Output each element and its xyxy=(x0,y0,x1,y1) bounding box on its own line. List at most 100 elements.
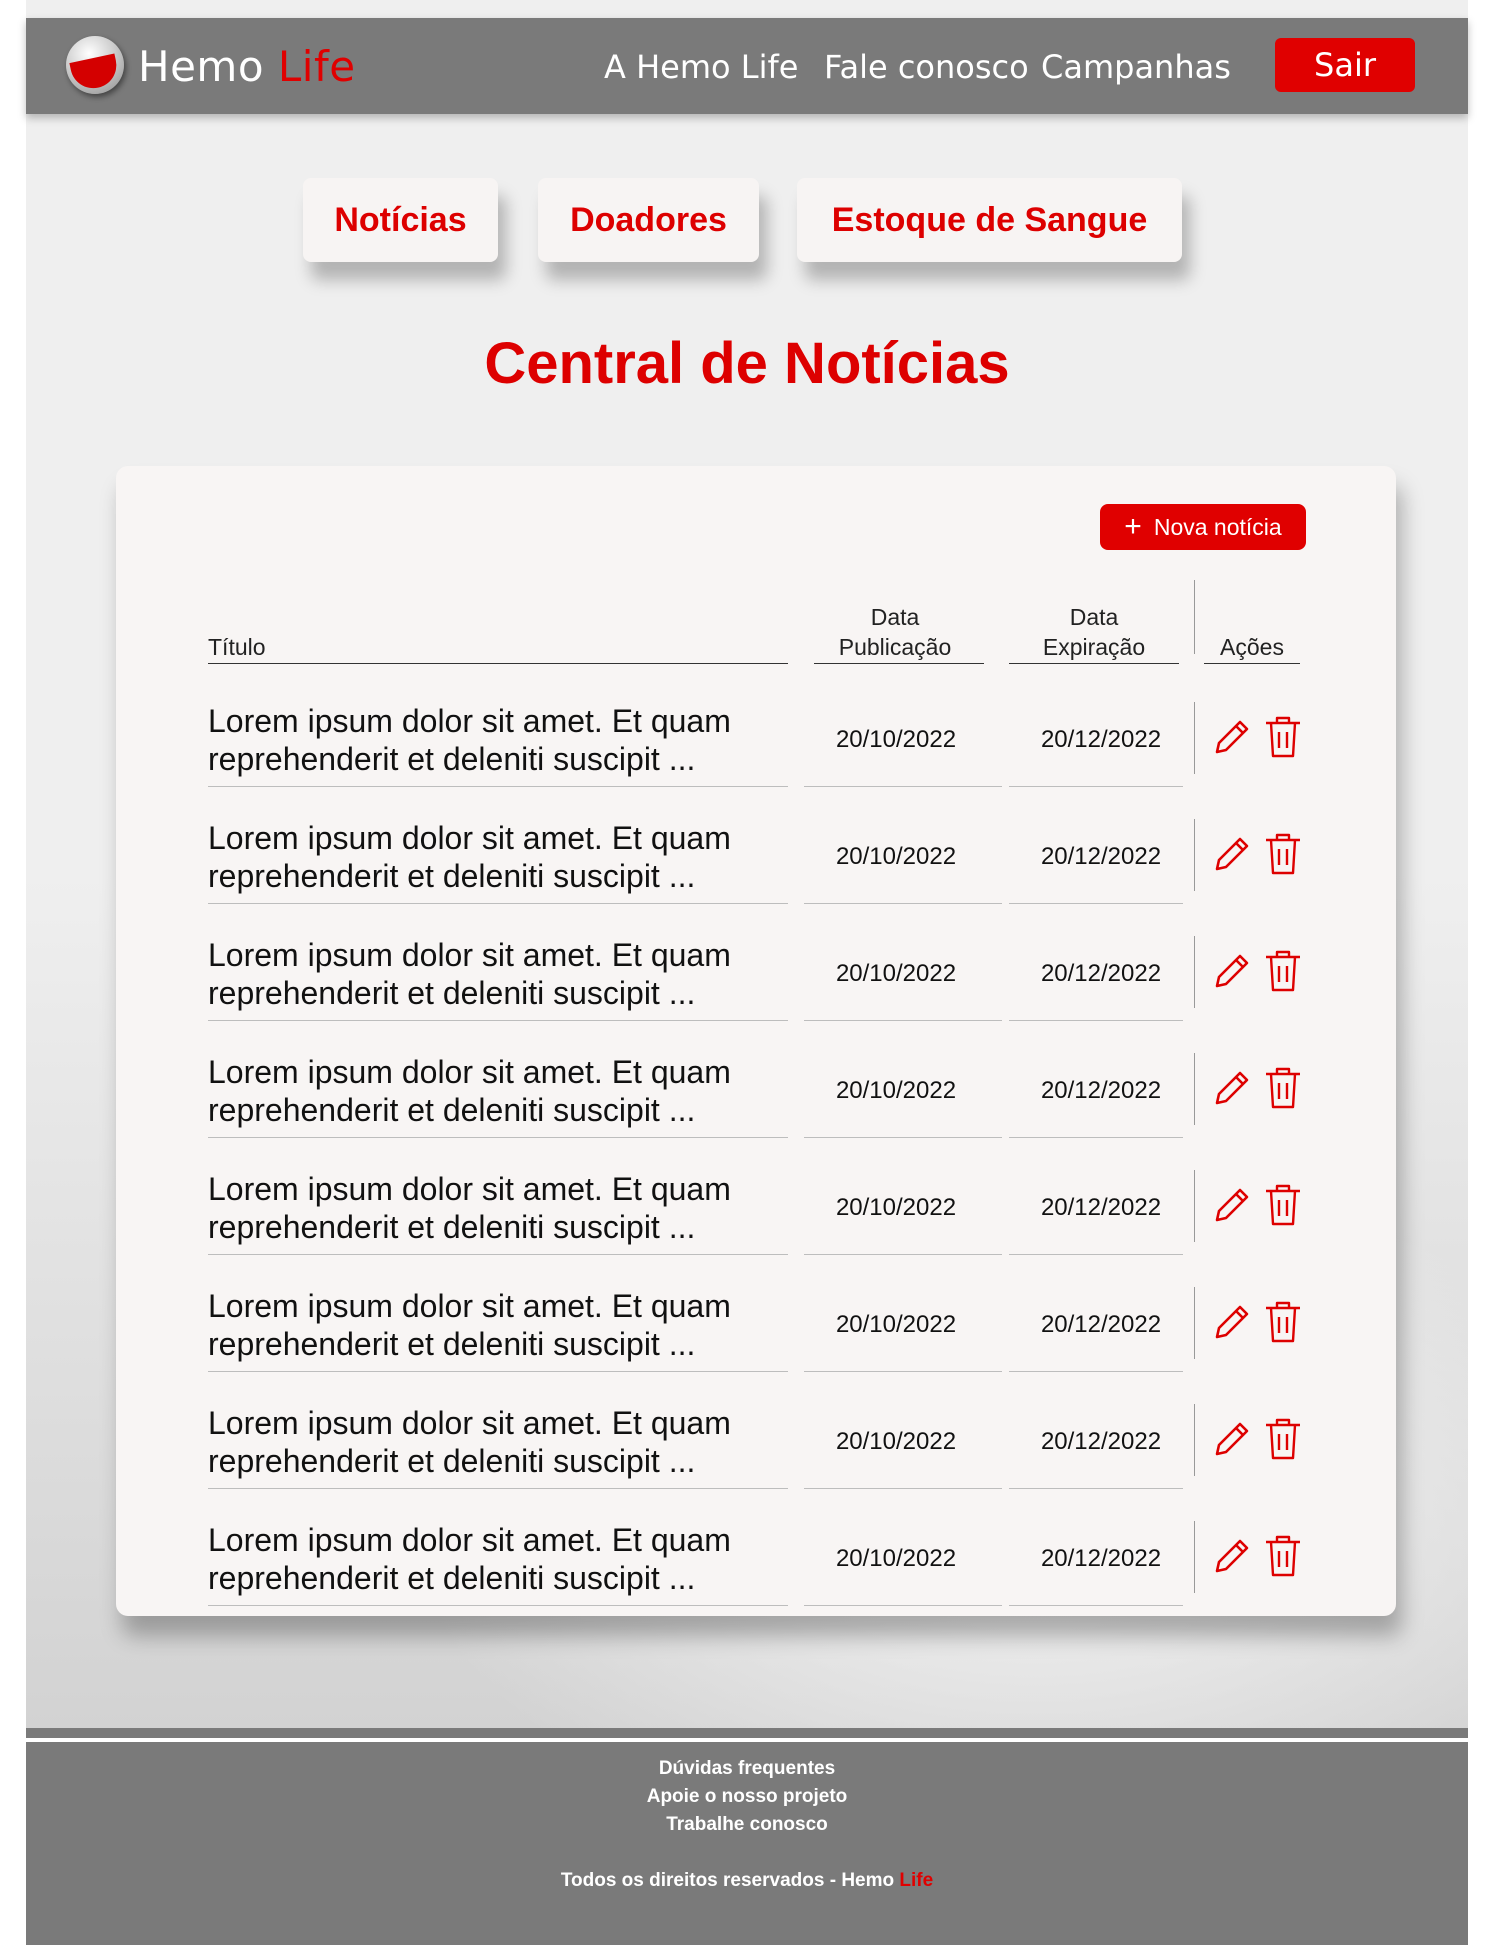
table-row: Lorem ipsum dolor sit amet. Et quam repre… xyxy=(116,1053,1396,1170)
pencil-icon[interactable] xyxy=(1209,716,1251,758)
pencil-icon[interactable] xyxy=(1209,950,1251,992)
tab-estoque-de-sangue[interactable]: Estoque de Sangue xyxy=(797,178,1182,262)
news-published-date: 20/10/2022 xyxy=(835,1311,957,1338)
row-underline xyxy=(1009,1605,1183,1606)
nav-link-campanhas[interactable]: Campanhas xyxy=(1041,48,1231,86)
table-row: Lorem ipsum dolor sit amet. Et quam repre… xyxy=(116,1287,1396,1404)
news-title[interactable]: Lorem ipsum dolor sit amet. Et quam repre… xyxy=(208,1404,788,1480)
table-row: Lorem ipsum dolor sit amet. Et quam repre… xyxy=(116,936,1396,1053)
trash-icon[interactable] xyxy=(1263,1416,1303,1462)
row-underline xyxy=(208,1254,788,1255)
news-title-line2: reprehenderit et deleniti suscipit ... xyxy=(208,975,696,1011)
top-navbar: Hemo Life A Hemo Life Fale conosco Campa… xyxy=(26,18,1468,114)
news-published-date: 20/10/2022 xyxy=(835,1077,957,1104)
news-expiration-date: 20/12/2022 xyxy=(1040,1428,1162,1455)
news-title[interactable]: Lorem ipsum dolor sit amet. Et quam repre… xyxy=(208,702,788,778)
pencil-icon[interactable] xyxy=(1209,1067,1251,1109)
trash-icon[interactable] xyxy=(1263,1065,1303,1111)
news-expiration-date: 20/12/2022 xyxy=(1040,1077,1162,1104)
news-title-line2: reprehenderit et deleniti suscipit ... xyxy=(208,1443,696,1479)
tab-doadores[interactable]: Doadores xyxy=(538,178,759,262)
pencil-icon[interactable] xyxy=(1209,1418,1251,1460)
brand-main: Hemo xyxy=(138,42,265,91)
news-expiration-date: 20/12/2022 xyxy=(1040,960,1162,987)
row-underline xyxy=(1009,1488,1183,1489)
brand-name[interactable]: Hemo Life xyxy=(138,42,356,91)
news-published-date: 20/10/2022 xyxy=(835,726,957,753)
table-row: Lorem ipsum dolor sit amet. Et quam repre… xyxy=(116,702,1396,819)
row-underline xyxy=(1009,1371,1183,1372)
page-frame: Hemo Life A Hemo Life Fale conosco Campa… xyxy=(26,0,1468,1945)
news-title[interactable]: Lorem ipsum dolor sit amet. Et quam repre… xyxy=(208,936,788,1012)
footer-link-careers[interactable]: Trabalhe conosco xyxy=(26,1814,1468,1836)
trash-icon[interactable] xyxy=(1263,1182,1303,1228)
pencil-icon[interactable] xyxy=(1209,1184,1251,1226)
news-title-line2: reprehenderit et deleniti suscipit ... xyxy=(208,1209,696,1245)
column-underline xyxy=(1204,663,1300,664)
news-expiration-date: 20/12/2022 xyxy=(1040,843,1162,870)
table-row: Lorem ipsum dolor sit amet. Et quam repre… xyxy=(116,819,1396,936)
trash-icon[interactable] xyxy=(1263,1299,1303,1345)
nav-link-hemo-life[interactable]: A Hemo Life xyxy=(604,48,798,86)
pencil-icon[interactable] xyxy=(1209,1535,1251,1577)
row-underline xyxy=(208,1488,788,1489)
column-header-published-line1: Data xyxy=(870,604,920,630)
row-underline xyxy=(208,903,788,904)
news-title-line1: Lorem ipsum dolor sit amet. Et quam xyxy=(208,1054,731,1090)
column-header-published: Data Publicação xyxy=(810,602,980,662)
tab-noticias[interactable]: Notícias xyxy=(303,178,498,262)
logout-button[interactable]: Sair xyxy=(1275,38,1415,92)
news-title-line2: reprehenderit et deleniti suscipit ... xyxy=(208,1092,696,1128)
news-title-line2: reprehenderit et deleniti suscipit ... xyxy=(208,1560,696,1596)
column-underline xyxy=(814,663,984,664)
news-title-line2: reprehenderit et deleniti suscipit ... xyxy=(208,858,696,894)
column-divider xyxy=(1194,819,1195,891)
news-expiration-date: 20/12/2022 xyxy=(1040,726,1162,753)
row-underline xyxy=(208,1605,788,1606)
hemo-life-logo-icon[interactable] xyxy=(66,36,124,94)
trash-icon[interactable] xyxy=(1263,948,1303,994)
column-divider xyxy=(1194,1287,1195,1359)
column-header-expires-line2: Expiração xyxy=(1042,634,1146,660)
news-published-date: 20/10/2022 xyxy=(835,1428,957,1455)
row-underline xyxy=(804,1605,1002,1606)
trash-icon[interactable] xyxy=(1263,831,1303,877)
footer-link-faq[interactable]: Dúvidas frequentes xyxy=(26,1758,1468,1780)
column-divider xyxy=(1194,702,1195,774)
news-title[interactable]: Lorem ipsum dolor sit amet. Et quam repre… xyxy=(208,1053,788,1129)
column-header-title: Título xyxy=(208,634,266,660)
plus-icon: + xyxy=(1124,510,1142,543)
trash-icon[interactable] xyxy=(1263,714,1303,760)
news-title[interactable]: Lorem ipsum dolor sit amet. Et quam repre… xyxy=(208,1287,788,1363)
column-divider xyxy=(1194,1170,1195,1242)
column-header-expires: Data Expiração xyxy=(1009,602,1179,662)
new-news-label: Nova notícia xyxy=(1153,513,1282,540)
nav-link-fale-conosco[interactable]: Fale conosco xyxy=(824,48,1029,86)
new-news-button[interactable]: + Nova notícia xyxy=(1100,504,1306,550)
pencil-icon[interactable] xyxy=(1209,1301,1251,1343)
news-published-date: 20/10/2022 xyxy=(835,843,957,870)
news-title[interactable]: Lorem ipsum dolor sit amet. Et quam repre… xyxy=(208,1170,788,1246)
news-published-date: 20/10/2022 xyxy=(835,1545,957,1572)
news-title-line1: Lorem ipsum dolor sit amet. Et quam xyxy=(208,703,731,739)
trash-icon[interactable] xyxy=(1263,1533,1303,1579)
row-underline xyxy=(208,786,788,787)
footer-copyright: Todos os direitos reservados - Hemo Life xyxy=(26,1870,1468,1892)
news-title-line1: Lorem ipsum dolor sit amet. Et quam xyxy=(208,1405,731,1441)
news-published-date: 20/10/2022 xyxy=(835,1194,957,1221)
news-title[interactable]: Lorem ipsum dolor sit amet. Et quam repre… xyxy=(208,819,788,895)
row-underline xyxy=(804,1020,1002,1021)
footer-link-support[interactable]: Apoie o nosso projeto xyxy=(26,1786,1468,1808)
table-row: Lorem ipsum dolor sit amet. Et quam repre… xyxy=(116,1521,1396,1638)
news-table-card: + Nova notícia Título Data Publicação Da… xyxy=(116,466,1396,1616)
row-underline xyxy=(208,1137,788,1138)
row-underline xyxy=(1009,1020,1183,1021)
copyright-prefix: Todos os direitos reservados - Hemo xyxy=(560,1870,895,1891)
row-underline xyxy=(804,1137,1002,1138)
news-title[interactable]: Lorem ipsum dolor sit amet. Et quam repre… xyxy=(208,1521,788,1597)
news-title-line1: Lorem ipsum dolor sit amet. Et quam xyxy=(208,1288,731,1324)
news-title-line1: Lorem ipsum dolor sit amet. Et quam xyxy=(208,937,731,973)
pencil-icon[interactable] xyxy=(1209,833,1251,875)
row-underline xyxy=(1009,1137,1183,1138)
row-underline xyxy=(804,1371,1002,1372)
